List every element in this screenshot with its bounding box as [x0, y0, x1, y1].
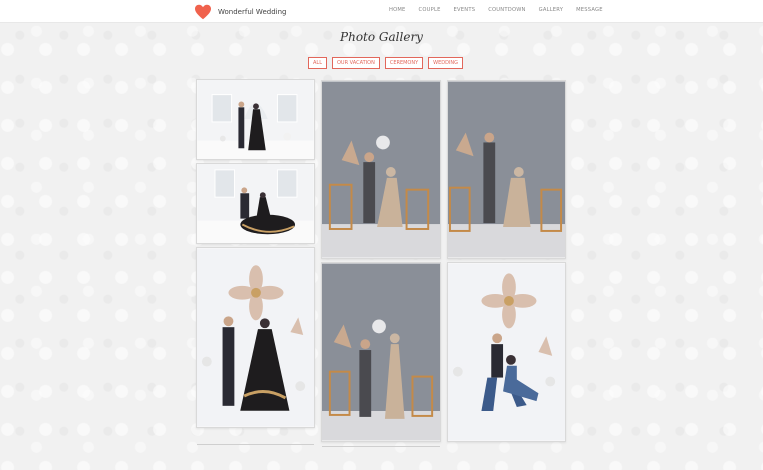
gallery-photo[interactable]: [321, 80, 441, 259]
brand[interactable]: Wonderful Wedding: [194, 3, 286, 20]
white-room-standing-photo: [197, 80, 314, 159]
flower-studio-casual-photo: [448, 263, 565, 441]
grey-studio-standing-photo: [322, 263, 440, 441]
column-divider: [197, 444, 314, 445]
filter-our-vacation-button[interactable]: OUR VACATION: [332, 57, 380, 69]
gallery-photo[interactable]: [321, 262, 441, 442]
nav-item-couple[interactable]: COUPLE: [419, 7, 441, 13]
flower-studio-standing-photo: [197, 248, 314, 427]
nav-item-countdown[interactable]: COUNTDOWN: [488, 7, 525, 13]
brand-name: Wonderful Wedding: [218, 7, 287, 16]
nav-item-events[interactable]: EVENTS: [454, 7, 476, 13]
nav-item-home[interactable]: HOME: [389, 7, 406, 13]
filter-wedding-button[interactable]: WEDDING: [428, 57, 464, 69]
nav-item-gallery[interactable]: GALLERY: [539, 7, 563, 13]
filter-ceremony-button[interactable]: CEREMONY: [384, 57, 424, 69]
top-navbar: Wonderful Wedding HOME COUPLE EVENTS COU…: [0, 0, 763, 23]
grey-studio-seated-alt-photo: [448, 81, 565, 258]
gallery-photo[interactable]: [196, 163, 315, 244]
white-room-seated-photo: [197, 164, 314, 243]
gallery-filters: ALL OUR VACATION CEREMONY WEDDING: [308, 57, 468, 69]
gallery-title: Photo Gallery: [340, 30, 423, 44]
gallery-photo[interactable]: [196, 79, 315, 160]
grey-studio-seated-photo: [322, 81, 440, 258]
filter-all-button[interactable]: ALL: [308, 57, 327, 69]
nav-item-message[interactable]: MESSAGE: [576, 7, 603, 13]
gallery-photo[interactable]: [447, 262, 566, 442]
gallery-photo[interactable]: [196, 247, 315, 428]
nav-menu: HOME COUPLE EVENTS COUNTDOWN GALLERY MES…: [389, 7, 616, 13]
heart-icon: [195, 4, 211, 19]
column-divider: [322, 446, 440, 447]
gallery-photo[interactable]: [447, 80, 566, 259]
